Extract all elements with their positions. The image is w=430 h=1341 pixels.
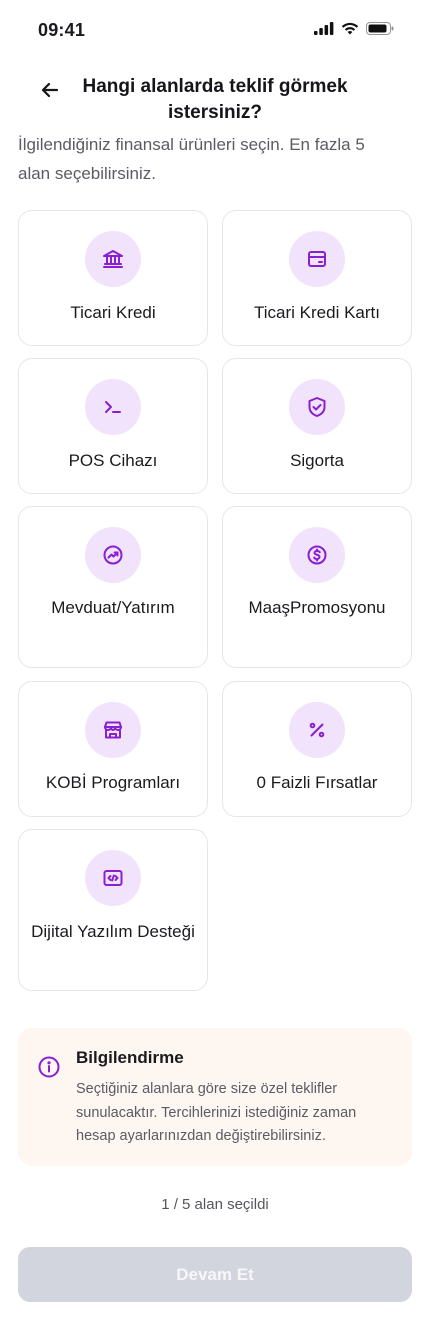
category-label: Ticari Kredi <box>70 303 156 322</box>
category-label: Dijital Yazılım Desteği <box>31 922 195 941</box>
page-title: Hangi alanlarda teklif görmek istersiniz… <box>82 76 348 123</box>
wifi-icon <box>341 22 359 40</box>
category-label: MaaşPromosyonu <box>248 598 386 617</box>
terminal-icon <box>85 379 141 435</box>
selection-counter: 1 / 5 alan seçildi <box>161 1196 269 1213</box>
category-label: 0 Faizli Fırsatlar <box>256 773 378 792</box>
category-card-pos-cihazi[interactable]: POS Cihazı <box>18 358 208 494</box>
trend-up-icon <box>85 527 141 583</box>
category-card-0-faizli-firsatlar[interactable]: 0 Faizli Fırsatlar <box>222 681 412 817</box>
battery-icon <box>366 22 394 40</box>
category-card-dijital-yazilim-destegi[interactable]: Dijital Yazılım Desteği <box>18 829 208 991</box>
category-card-sigorta[interactable]: Sigorta <box>222 358 412 494</box>
credit-card-icon <box>289 231 345 287</box>
category-card-kobi-programlari[interactable]: KOBİ Programları <box>18 681 208 817</box>
category-card-ticari-kredi[interactable]: Ticari Kredi <box>18 210 208 346</box>
category-label: KOBİ Programları <box>45 773 181 792</box>
dollar-coin-icon <box>289 527 345 583</box>
arrow-left-icon <box>40 80 60 105</box>
category-label: Mevduat/Yatırım <box>51 598 175 617</box>
category-label: Sigorta <box>290 451 344 470</box>
back-button[interactable] <box>36 78 64 106</box>
category-card-mevduat-yatirim[interactable]: Mevduat/Yatırım <box>18 506 208 668</box>
category-card-maas-promosyonu[interactable]: MaaşPromosyonu <box>222 506 412 668</box>
page-subtitle: İlgilendiğiniz finansal ürünleri seçin. … <box>18 135 365 183</box>
category-label: Ticari Kredi Kartı <box>254 303 380 322</box>
category-card-ticari-kredi-karti[interactable]: Ticari Kredi Kartı <box>222 210 412 346</box>
bank-icon <box>85 231 141 287</box>
info-icon <box>38 1056 60 1078</box>
info-box: Bilgilendirme Seçtiğiniz alanlara göre s… <box>18 1028 412 1166</box>
info-title: Bilgilendirme <box>76 1048 184 1067</box>
header: Hangi alanlarda teklif görmek istersiniz… <box>0 74 430 130</box>
status-bar: 09:41 <box>0 0 430 60</box>
info-text: Seçtiğiniz alanlara göre size özel tekli… <box>76 1081 357 1144</box>
status-time: 09:41 <box>38 20 86 40</box>
continue-button[interactable]: Devam Et <box>18 1247 412 1302</box>
category-label: POS Cihazı <box>68 451 158 470</box>
code-icon <box>85 850 141 906</box>
shield-check-icon <box>289 379 345 435</box>
percent-icon <box>289 702 345 758</box>
status-icons <box>314 22 394 40</box>
signal-icon <box>314 22 334 40</box>
store-icon <box>85 702 141 758</box>
